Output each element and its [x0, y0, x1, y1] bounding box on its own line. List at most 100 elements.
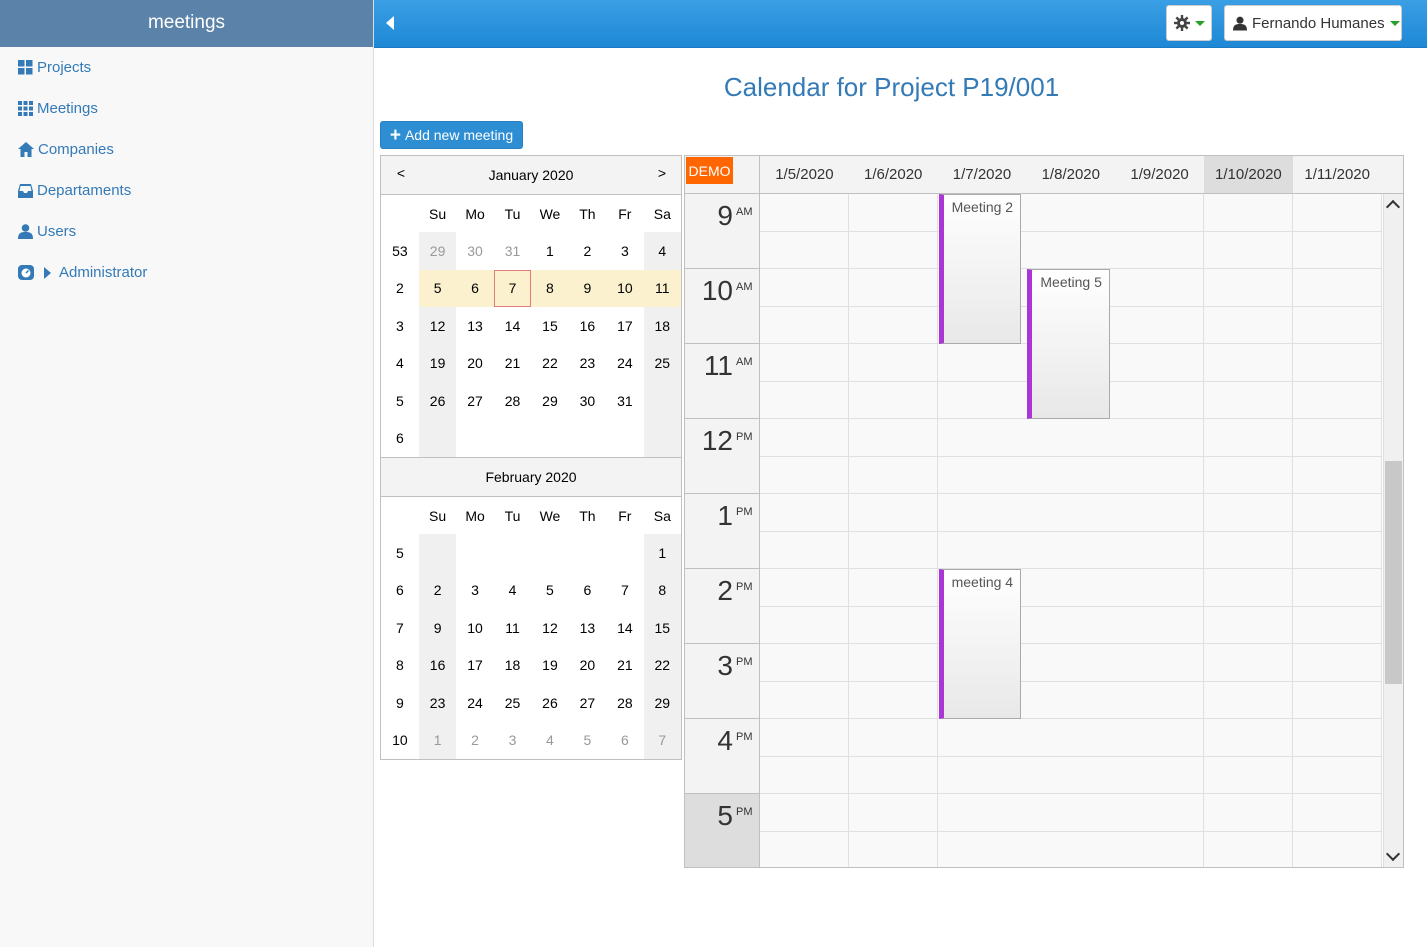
sidebar-item-projects[interactable]: Projects — [0, 47, 373, 88]
time-slot[interactable] — [937, 456, 1027, 494]
time-slot[interactable] — [760, 456, 850, 494]
day-cell[interactable]: 6 — [606, 722, 643, 760]
time-slot[interactable] — [1115, 606, 1205, 644]
time-slot[interactable] — [848, 231, 939, 269]
day-cell[interactable]: 8 — [643, 571, 682, 609]
day-cell[interactable]: 3 — [456, 572, 493, 610]
time-slot[interactable] — [848, 269, 939, 307]
time-slot[interactable] — [1204, 794, 1294, 832]
day-cell[interactable]: 26 — [418, 382, 457, 420]
time-slot[interactable] — [1115, 644, 1205, 682]
time-slot[interactable] — [848, 194, 939, 232]
time-slot[interactable] — [760, 719, 850, 757]
day-column-header[interactable]: 1/11/2020 — [1292, 156, 1383, 194]
time-slot[interactable] — [1026, 231, 1116, 269]
time-slot[interactable] — [1204, 344, 1294, 382]
time-slot[interactable] — [760, 681, 850, 719]
time-slot[interactable] — [1115, 719, 1205, 757]
time-slot[interactable] — [1292, 344, 1383, 382]
day-cell[interactable]: 17 — [606, 307, 643, 345]
day-cell[interactable]: 31 — [494, 232, 531, 270]
time-slot[interactable] — [1292, 381, 1383, 419]
time-slot[interactable] — [848, 456, 939, 494]
day-column-header[interactable]: 1/6/2020 — [848, 156, 939, 194]
scroll-up-arrow[interactable] — [1385, 199, 1401, 215]
time-slot[interactable] — [937, 494, 1027, 532]
time-slot[interactable] — [848, 569, 939, 607]
time-slot[interactable] — [848, 644, 939, 682]
day-cell[interactable]: 13 — [569, 609, 606, 647]
time-slot[interactable] — [1204, 756, 1294, 794]
time-slot[interactable] — [760, 606, 850, 644]
time-slot[interactable] — [760, 269, 850, 307]
time-slot[interactable] — [1026, 681, 1116, 719]
day-cell[interactable]: 1 — [643, 534, 682, 572]
time-slot[interactable] — [848, 681, 939, 719]
day-cell[interactable]: 9 — [568, 269, 607, 307]
time-slot[interactable] — [937, 344, 1027, 382]
next-month-button[interactable]: > — [652, 165, 672, 181]
day-cell[interactable]: 25 — [494, 684, 531, 722]
time-slot[interactable] — [1115, 269, 1205, 307]
time-slot[interactable] — [937, 719, 1027, 757]
time-slot[interactable] — [1292, 531, 1383, 569]
time-slot[interactable] — [1204, 381, 1294, 419]
day-cell[interactable]: 23 — [418, 684, 457, 722]
day-cell[interactable]: 1 — [531, 232, 568, 270]
day-cell[interactable]: 5 — [531, 572, 568, 610]
time-slot[interactable] — [1292, 681, 1383, 719]
time-slot[interactable] — [1292, 569, 1383, 607]
day-cell[interactable]: 3 — [494, 722, 531, 760]
day-cell[interactable]: 30 — [569, 382, 606, 420]
time-slot[interactable] — [760, 194, 850, 232]
time-slot[interactable] — [1204, 194, 1294, 232]
day-cell[interactable]: 24 — [606, 345, 643, 383]
time-slot[interactable] — [760, 344, 850, 382]
day-cell[interactable]: 2 — [418, 571, 457, 609]
day-cell[interactable]: 10 — [606, 269, 644, 307]
day-column-header[interactable]: 1/9/2020 — [1115, 156, 1205, 194]
day-cell[interactable]: 31 — [606, 382, 643, 420]
day-cell[interactable]: 25 — [643, 344, 682, 382]
day-cell[interactable]: 5 — [569, 722, 606, 760]
app-brand[interactable]: meetings — [0, 0, 373, 47]
day-cell[interactable]: 27 — [456, 382, 493, 420]
day-cell[interactable]: 15 — [643, 609, 682, 647]
time-slot[interactable] — [937, 531, 1027, 569]
day-column-header[interactable]: 1/10/2020 — [1204, 156, 1294, 194]
sidebar-item-administrator[interactable]: Administrator — [0, 252, 373, 293]
time-slot[interactable] — [848, 494, 939, 532]
day-cell[interactable]: 16 — [418, 646, 457, 684]
day-cell[interactable]: 24 — [456, 684, 493, 722]
time-slot[interactable] — [1115, 344, 1205, 382]
day-column-header[interactable]: 1/5/2020 — [760, 156, 850, 194]
time-slot[interactable] — [760, 531, 850, 569]
day-cell[interactable]: 29 — [643, 684, 682, 722]
time-slot[interactable] — [760, 831, 850, 867]
time-slot[interactable] — [1204, 456, 1294, 494]
time-slot[interactable] — [1292, 644, 1383, 682]
day-cell[interactable]: 29 — [531, 382, 568, 420]
time-slot[interactable] — [1115, 531, 1205, 569]
day-cell[interactable]: 16 — [569, 307, 606, 345]
time-slot[interactable] — [848, 719, 939, 757]
time-slot[interactable] — [1115, 194, 1205, 232]
time-slot[interactable] — [1292, 831, 1383, 867]
day-cell[interactable]: 6 — [456, 269, 494, 307]
day-cell[interactable]: 26 — [531, 684, 568, 722]
time-slot[interactable] — [1292, 719, 1383, 757]
time-slot[interactable] — [760, 569, 850, 607]
time-slot[interactable] — [1115, 831, 1205, 867]
time-slot[interactable] — [1204, 644, 1294, 682]
day-cell[interactable]: 23 — [569, 345, 606, 383]
time-slot[interactable] — [848, 419, 939, 457]
day-cell[interactable]: 27 — [569, 684, 606, 722]
day-cell[interactable]: 18 — [643, 307, 682, 345]
time-slot[interactable] — [1204, 606, 1294, 644]
time-slot[interactable] — [760, 494, 850, 532]
time-slot[interactable] — [1026, 644, 1116, 682]
time-slot[interactable] — [1026, 569, 1116, 607]
day-cell[interactable]: 8 — [531, 269, 569, 307]
day-cell[interactable]: 12 — [418, 307, 457, 345]
day-column-header[interactable]: 1/8/2020 — [1026, 156, 1117, 194]
